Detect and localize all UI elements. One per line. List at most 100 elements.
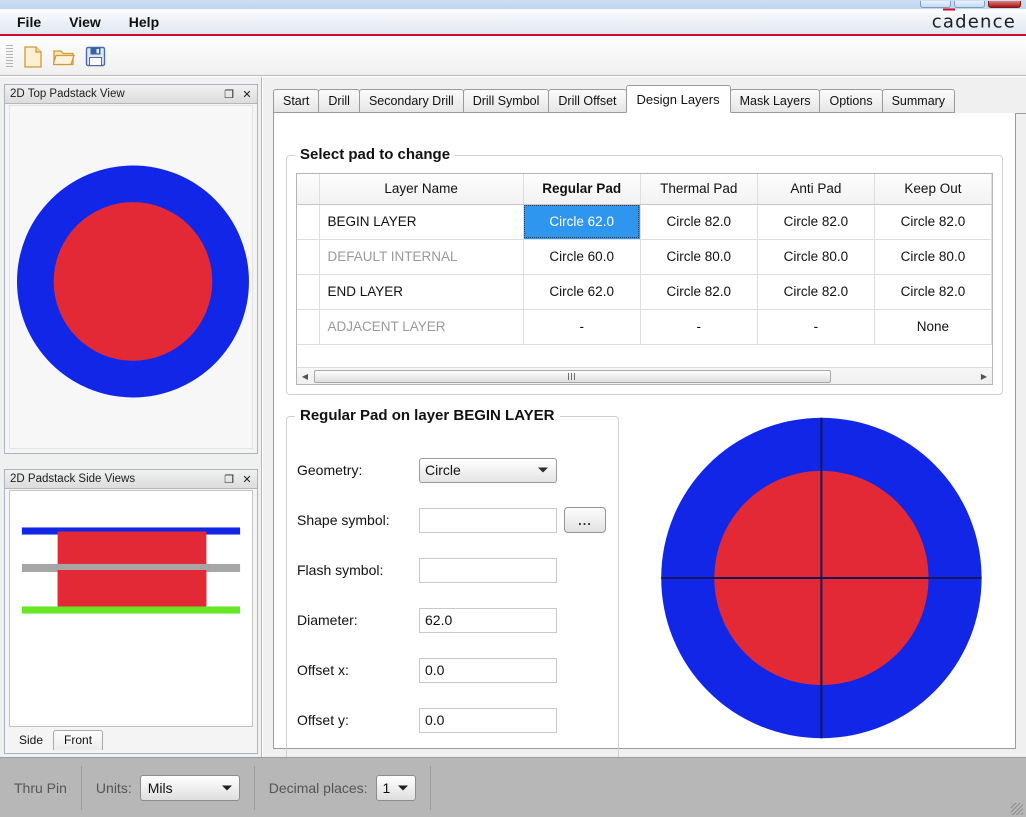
scrollbar-track[interactable] (313, 369, 976, 384)
tab-secondary-drill[interactable]: Secondary Drill (359, 89, 464, 113)
flash-symbol-input[interactable] (419, 558, 557, 583)
cell-anti-pad[interactable]: Circle 82.0 (757, 274, 874, 309)
side-view-tab-front[interactable]: Front (53, 730, 103, 750)
diameter-input[interactable]: 62.0 (419, 608, 557, 633)
geometry-combo[interactable]: Circle (419, 458, 557, 483)
close-icon[interactable]: ✕ (239, 87, 255, 102)
tab-options[interactable]: Options (819, 89, 882, 113)
maximize-button[interactable] (954, 1, 985, 8)
tab-summary[interactable]: Summary (882, 89, 955, 113)
tab-drill-symbol[interactable]: Drill Symbol (463, 89, 550, 113)
close-icon[interactable]: ✕ (239, 472, 255, 487)
offset-x-input[interactable]: 0.0 (419, 658, 557, 683)
close-button[interactable] (988, 1, 1021, 8)
cell-anti-pad[interactable]: Circle 82.0 (757, 204, 874, 239)
row-selector[interactable] (297, 274, 319, 309)
cell-keep-out[interactable]: Circle 82.0 (874, 274, 991, 309)
open-file-button[interactable] (50, 43, 78, 71)
cell-anti-pad[interactable]: - (757, 309, 874, 344)
cell-layer-name[interactable]: END LAYER (319, 274, 523, 309)
left-dock-column: 2D Top Padstack View ❐ ✕ 2D Padstack Sid… (0, 77, 262, 757)
table-row[interactable]: DEFAULT INTERNAL Circle 60.0 Circle 80.0… (297, 239, 992, 274)
row-selector[interactable] (297, 309, 319, 344)
main-panel: Start Drill Secondary Drill Drill Symbol… (263, 77, 1026, 757)
toolbar-grip[interactable] (6, 45, 13, 69)
column-header-thermal-pad[interactable]: Thermal Pad (640, 174, 757, 204)
column-header-selector[interactable] (297, 174, 319, 204)
resize-grip-icon[interactable] (1011, 803, 1023, 815)
menu-help[interactable]: Help (118, 12, 170, 32)
side-views-titlebar: 2D Padstack Side Views ❐ ✕ (5, 470, 257, 489)
new-file-button[interactable] (19, 43, 47, 71)
cell-keep-out[interactable]: Circle 82.0 (874, 204, 991, 239)
pad-preview-canvas[interactable] (629, 416, 1003, 740)
cell-regular-pad[interactable]: Circle 62.0 (523, 204, 640, 239)
float-icon[interactable]: ❐ (221, 472, 237, 487)
cell-layer-name[interactable]: BEGIN LAYER (319, 204, 523, 239)
column-header-anti-pad[interactable]: Anti Pad (757, 174, 874, 204)
geometry-value: Circle (425, 462, 461, 478)
layers-table-container: Layer Name Regular Pad Thermal Pad Anti … (296, 173, 993, 385)
design-layers-pane: Select pad to change Layer Name Regular … (273, 113, 1016, 749)
cell-regular-pad[interactable]: Circle 60.0 (523, 239, 640, 274)
table-horizontal-scrollbar[interactable]: ◀ ▶ (297, 367, 992, 384)
side-view-tab-side[interactable]: Side (9, 731, 53, 750)
cell-regular-pad[interactable]: - (523, 309, 640, 344)
row-selector[interactable] (297, 239, 319, 274)
cell-thermal-pad[interactable]: Circle 82.0 (640, 204, 757, 239)
column-header-keep-out[interactable]: Keep Out (874, 174, 991, 204)
shape-symbol-row: Shape symbol: ... (297, 507, 608, 533)
flash-symbol-label: Flash symbol: (297, 562, 419, 578)
units-label: Units: (96, 780, 132, 796)
menu-bar: File View Help cadence (0, 9, 1026, 36)
row-selector[interactable] (297, 204, 319, 239)
geometry-row: Geometry: Circle (297, 457, 608, 483)
select-pad-legend: Select pad to change (295, 146, 455, 163)
cell-layer-name[interactable]: ADJACENT LAYER (319, 309, 523, 344)
cell-thermal-pad[interactable]: - (640, 309, 757, 344)
chevron-down-icon (398, 785, 408, 790)
menu-view[interactable]: View (58, 12, 112, 32)
shape-symbol-input[interactable] (419, 508, 557, 533)
units-value: Mils (148, 780, 173, 796)
cell-keep-out[interactable]: None (874, 309, 991, 344)
offset-x-row: Offset x: 0.0 (297, 657, 608, 683)
menu-file[interactable]: File (6, 12, 52, 32)
tab-drill-offset[interactable]: Drill Offset (548, 89, 626, 113)
cell-anti-pad[interactable]: Circle 80.0 (757, 239, 874, 274)
top-padstack-canvas[interactable] (9, 105, 253, 449)
cell-layer-name[interactable]: DEFAULT INTERNAL (319, 239, 523, 274)
tab-mask-layers[interactable]: Mask Layers (730, 89, 821, 113)
offset-x-label: Offset x: (297, 662, 419, 678)
pad-preview-graphic (629, 416, 1003, 740)
table-row[interactable]: END LAYER Circle 62.0 Circle 82.0 Circle… (297, 274, 992, 309)
float-icon[interactable]: ❐ (221, 87, 237, 102)
bottom-layer-line (22, 606, 240, 613)
column-header-regular-pad[interactable]: Regular Pad (523, 174, 640, 204)
tab-design-layers[interactable]: Design Layers (626, 85, 731, 113)
scrollbar-thumb[interactable] (314, 370, 831, 383)
units-combo[interactable]: Mils (140, 775, 240, 801)
table-row[interactable]: ADJACENT LAYER - - - None (297, 309, 992, 344)
offset-y-input[interactable]: 0.0 (419, 708, 557, 733)
column-header-layer-name[interactable]: Layer Name (319, 174, 523, 204)
decimal-places-combo[interactable]: 1 (376, 775, 416, 801)
save-file-button[interactable] (81, 43, 109, 71)
side-view-canvas[interactable] (9, 490, 253, 727)
table-header-row: Layer Name Regular Pad Thermal Pad Anti … (297, 174, 992, 204)
shape-symbol-label: Shape symbol: (297, 512, 419, 528)
chevron-down-icon (222, 785, 232, 790)
tab-drill[interactable]: Drill (318, 89, 360, 113)
window-titlebar (0, 0, 1026, 9)
shape-symbol-browse-button[interactable]: ... (564, 507, 606, 533)
cell-thermal-pad[interactable]: Circle 82.0 (640, 274, 757, 309)
scroll-right-arrow-icon[interactable]: ▶ (976, 369, 992, 384)
cell-thermal-pad[interactable]: Circle 80.0 (640, 239, 757, 274)
top-padstack-view-title: 2D Top Padstack View (10, 88, 221, 100)
minimize-button[interactable] (920, 1, 951, 8)
scroll-left-arrow-icon[interactable]: ◀ (297, 369, 313, 384)
table-row[interactable]: BEGIN LAYER Circle 62.0 Circle 82.0 Circ… (297, 204, 992, 239)
cell-keep-out[interactable]: Circle 80.0 (874, 239, 991, 274)
tab-start[interactable]: Start (273, 89, 319, 113)
cell-regular-pad[interactable]: Circle 62.0 (523, 274, 640, 309)
